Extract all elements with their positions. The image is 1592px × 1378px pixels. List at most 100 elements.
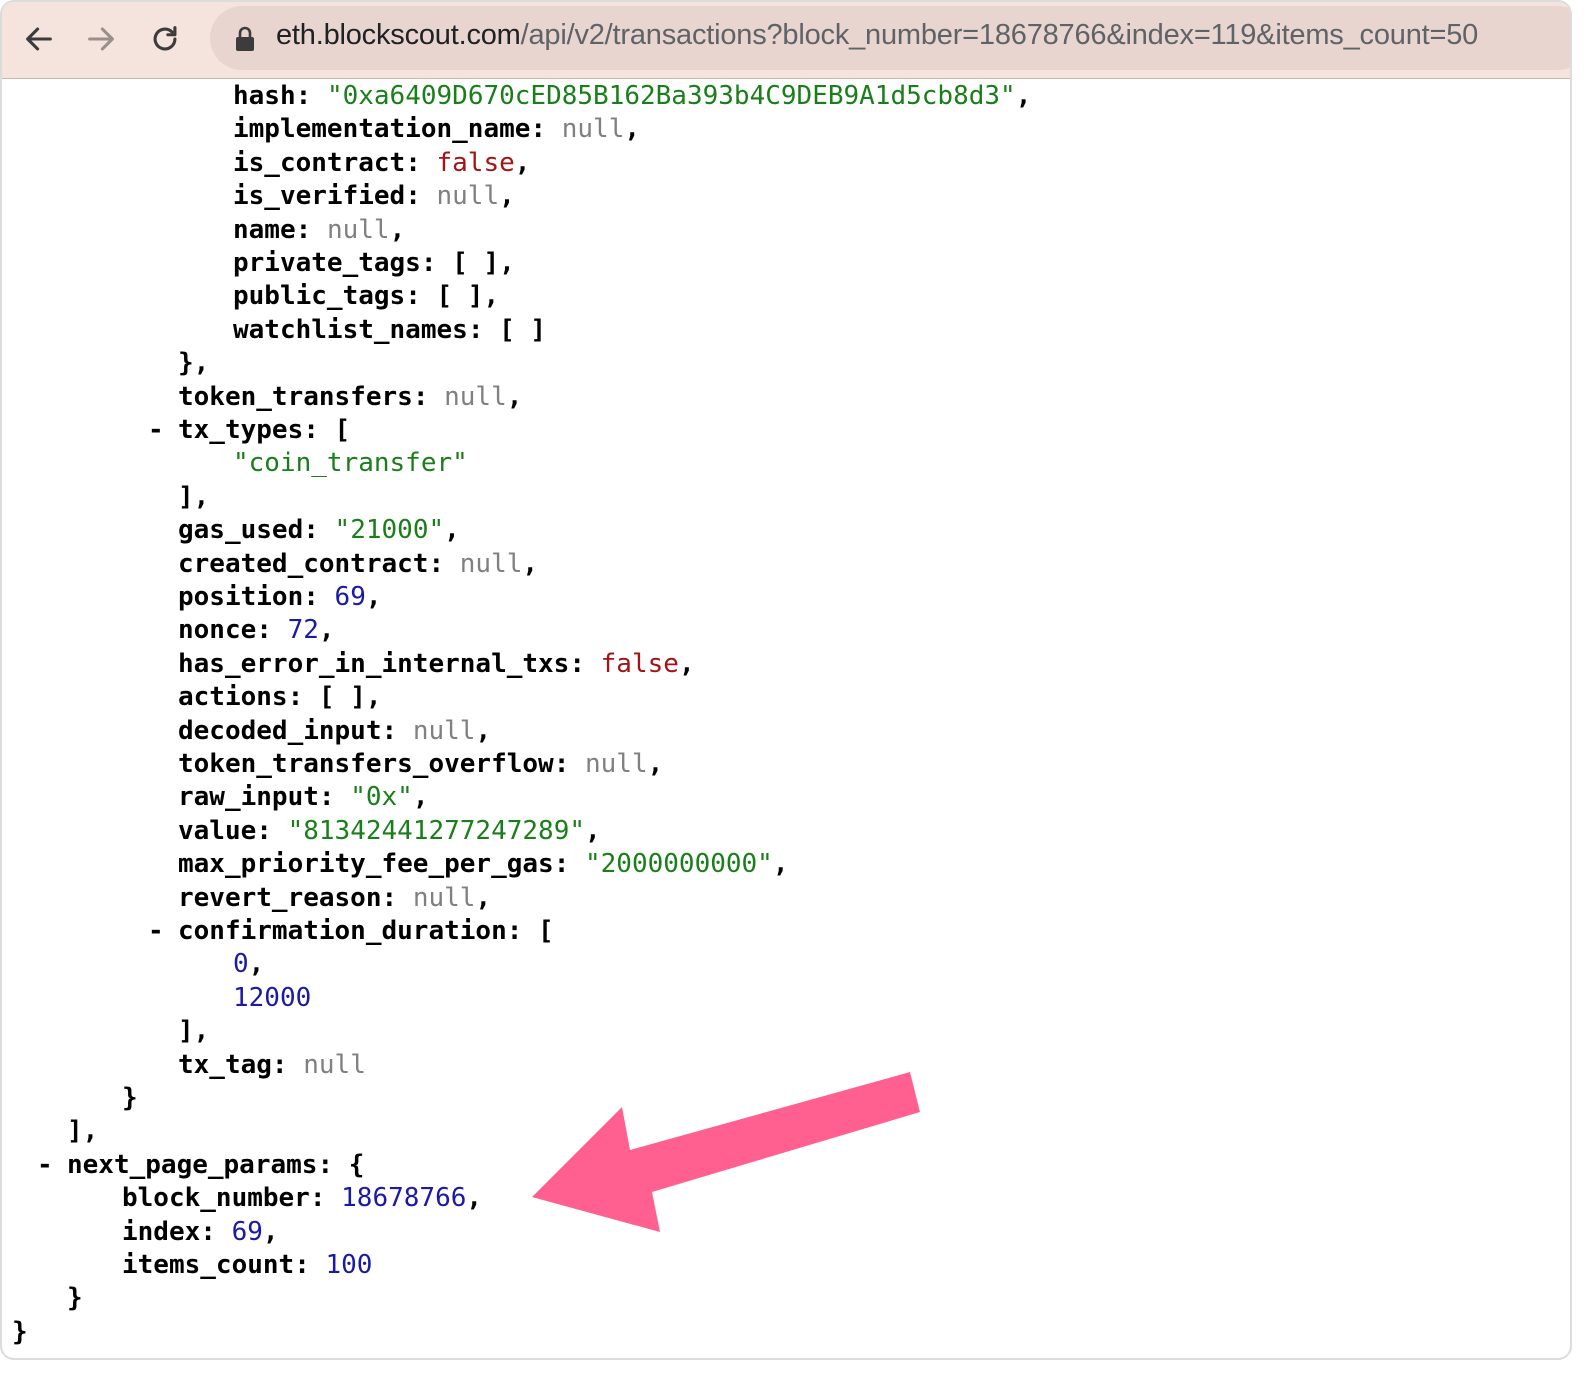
json-key: next_page_params [67,1149,318,1180]
json-key: tx_tag [178,1049,272,1080]
arrow-right-icon [88,27,114,51]
json-line: nonce: 72, [178,615,335,646]
json-key: tx_types [178,415,304,445]
json-value: null [444,381,507,412]
json-punct: , [318,615,335,646]
json-line: - next_page_params: { [37,1149,365,1180]
json-line: 12000 [233,983,311,1013]
json-punct: , [444,515,460,546]
url-text[interactable]: eth.blockscout.com/api/v2/transactions?b… [276,19,1478,52]
json-line: decoded_input: null, [178,715,492,746]
json-value: null [561,114,625,145]
json-punct: , [389,214,406,245]
json-value: 100 [325,1250,373,1280]
json-line: implementation_name: null, [233,114,641,145]
json-key: token_transfers [178,381,413,412]
back-button[interactable] [16,16,62,62]
json-key: block_number [122,1183,310,1214]
json-key: revert_reason [178,882,382,913]
json-line: "coin_transfer" [233,448,468,478]
json-key: items_count [122,1250,295,1280]
collapse-toggle[interactable]: - [148,415,164,445]
json-value: 69 [334,582,366,612]
collapse-toggle[interactable]: - [37,1150,53,1180]
json-punct: , [585,815,601,846]
json-line: raw_input: "0x", [178,782,429,813]
json-line: ], [178,482,209,512]
json-key: confirmation_duration [178,916,507,946]
json-value: [ ] [318,682,366,713]
address-bar[interactable]: eth.blockscout.com/api/v2/transactions?b… [210,6,1570,70]
json-key: gas_used [178,515,304,546]
json-value: null [459,548,523,579]
reload-icon [153,26,177,51]
json-punct: , [678,648,695,679]
json-value: ], [178,481,210,512]
collapse-toggle[interactable]: - [148,916,164,946]
json-line: value: "81342441277247289", [178,815,601,846]
json-line: watchlist_names: [ ] [233,314,547,345]
json-line: is_verified: null, [233,181,515,212]
json-key: private_tags [233,248,421,278]
forward-button[interactable] [78,16,124,62]
json-punct: , [1015,81,1032,111]
json-line: hash: "0xa6409D670cED85B162Ba393b4C9DEB9… [233,81,1032,111]
json-line: block_number: 18678766, [122,1183,483,1214]
json-value: ], [178,1016,210,1047]
json-key: index [122,1216,201,1247]
json-punct: , [499,181,515,212]
json-key: token_transfers_overflow [178,749,554,779]
json-value: null [326,214,390,245]
json-value: null [436,181,500,212]
json-key: has_error_in_internal_txs [178,648,570,679]
reload-button[interactable] [142,16,188,62]
json-value: "21000" [334,515,445,546]
json-line: } [67,1283,83,1313]
lock-icon[interactable] [234,26,256,52]
json-line: gas_used: "21000", [178,515,460,546]
json-line: 0, [233,949,264,979]
json-key: nonce [178,615,257,646]
json-line: created_contract: null, [178,548,539,579]
json-key: decoded_input [178,715,382,746]
json-line: actions: [ ], [178,682,382,713]
json-value: false [436,147,515,178]
json-punct: , [248,949,265,980]
json-key: is_verified [233,181,406,212]
json-value: [ ] [499,314,547,345]
json-value: null [412,715,476,746]
json-punct: , [262,1216,279,1247]
json-value: } [12,1316,28,1347]
json-key: public_tags [233,281,406,312]
url-path: /api/v2/transactions?block_number=186787… [520,19,1479,51]
json-key: implementation_name [233,114,531,145]
json-punct: , [475,882,492,913]
json-line: } [122,1083,138,1113]
json-punct: , [647,749,664,779]
json-line: index: 69, [122,1216,279,1247]
json-value: 72 [287,615,319,646]
json-value: "0xa6409D670cED85B162Ba393b4C9DEB9A1d5cb… [326,81,1016,111]
json-value: "0x" [350,782,413,813]
json-value: [ ] [452,248,500,278]
json-value: "2000000000" [585,849,773,880]
json-punct: , [522,548,539,579]
json-value: } [67,1283,83,1314]
json-value: 18678766 [341,1183,467,1214]
json-value: { [348,1149,365,1180]
json-line: token_transfers: null, [178,381,523,412]
url-host: eth.blockscout.com [276,19,521,51]
json-line: revert_reason: null, [178,882,492,913]
json-key: name [233,214,296,245]
json-value: [ [334,415,351,445]
json-key: raw_input [178,782,319,813]
json-value: null [585,749,648,779]
browser-window: eth.blockscout.com/api/v2/transactions?b… [0,0,1572,1360]
json-punct: , [624,114,641,145]
arrow-left-icon [26,27,52,51]
json-punct: , [772,849,789,880]
json-punct: , [514,147,531,178]
json-line: items_count: 100 [122,1250,373,1280]
json-value: "coin_transfer" [233,448,468,479]
json-line: ], [67,1116,98,1146]
